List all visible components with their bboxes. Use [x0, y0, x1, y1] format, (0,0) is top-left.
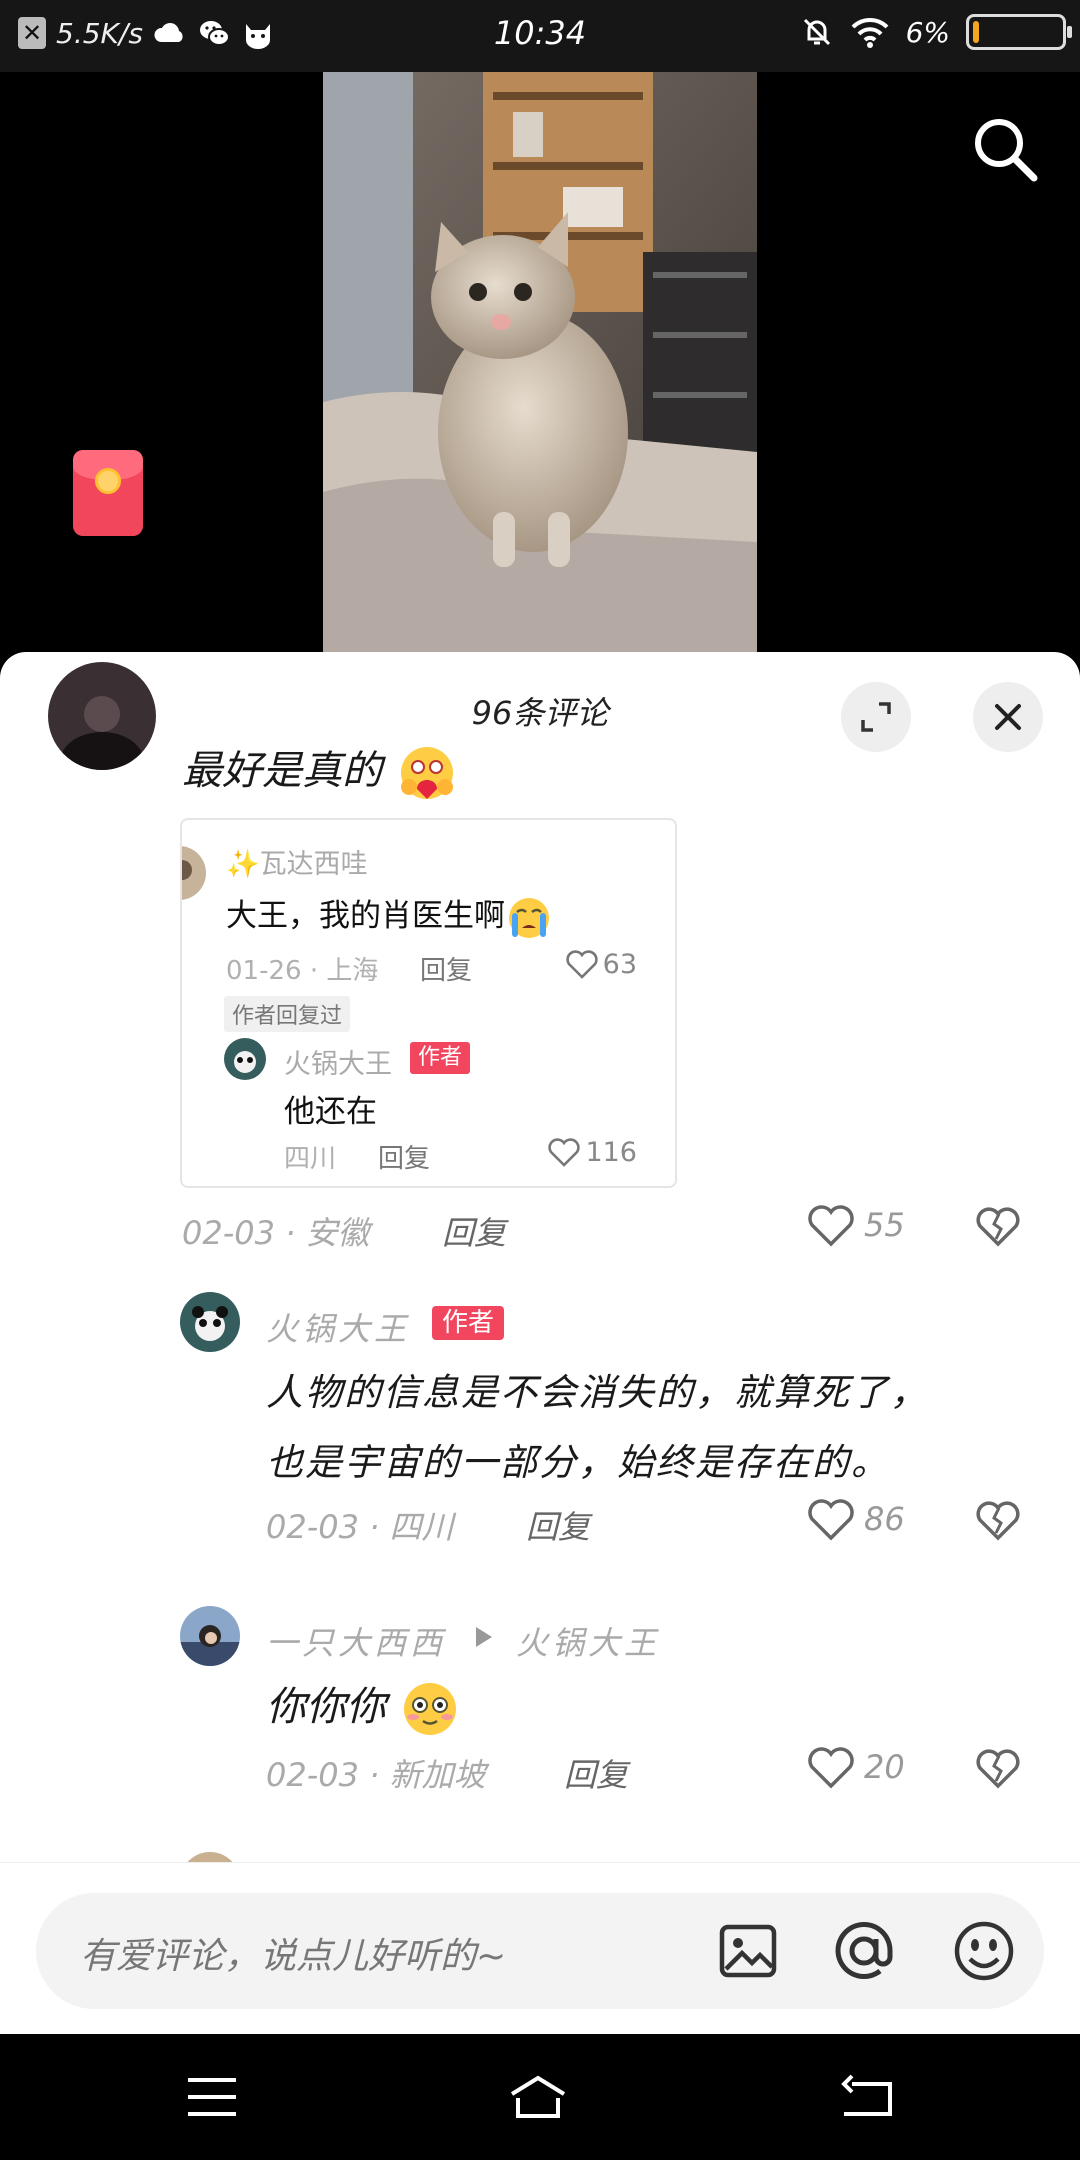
comment-date-location: 02-03 · 新加坡: [266, 1756, 486, 1794]
reply-username: 火锅大王: [284, 1049, 392, 1080]
broken-heart-icon[interactable]: [974, 1498, 1022, 1542]
avatar: [182, 846, 206, 900]
reply-reply-button[interactable]: 回复: [378, 1138, 430, 1175]
like-count: 20: [864, 1748, 905, 1786]
heart-icon: [808, 1499, 854, 1541]
video-player[interactable]: [0, 72, 1080, 652]
hug-emoji-icon: [400, 747, 453, 799]
expand-button[interactable]: [841, 682, 911, 752]
like-button[interactable]: 86: [806, 1496, 905, 1542]
quoted-reply-button[interactable]: 回复: [420, 950, 472, 987]
comment-input-bar: 有爱评论，说点儿好听的~: [0, 1862, 1080, 2034]
close-button[interactable]: [973, 682, 1043, 752]
heart-icon: [548, 1138, 581, 1167]
red-packet-icon[interactable]: [73, 450, 143, 536]
like-button[interactable]: 55: [806, 1202, 905, 1248]
author-replied-badge: 作者回复过: [224, 996, 351, 1032]
reply-button[interactable]: 回复: [564, 1750, 628, 1796]
reply-like-button[interactable]: 116: [547, 1136, 637, 1168]
cat-video-image: [323, 72, 757, 652]
broken-heart-icon[interactable]: [974, 1204, 1022, 1248]
avatar: [224, 1038, 266, 1080]
reply-text: 他还在: [284, 1094, 377, 1130]
reply-location: 四川: [284, 1144, 337, 1174]
quoted-like-button[interactable]: 63: [565, 948, 637, 980]
at-icon[interactable]: [832, 1919, 896, 1983]
comment-text-line-1: 人物的信息是不会消失的，就算死了，: [266, 1371, 929, 1414]
wifi-icon: [851, 17, 888, 48]
system-nav-bar: [0, 2034, 1080, 2160]
comment-count-title: 96条评论: [471, 694, 609, 732]
menu-icon[interactable]: [182, 2072, 242, 2122]
heart-icon: [808, 1205, 854, 1247]
emoji-icon[interactable]: [952, 1919, 1016, 1983]
comment-input[interactable]: 有爱评论，说点儿好听的~: [36, 1893, 1044, 2009]
home-icon[interactable]: [508, 2072, 568, 2122]
quoted-reply-card[interactable]: ✨瓦达西哇 大王，我的肖医生啊 01-26 · 上海 回复 63 作者回复过 火…: [180, 818, 677, 1188]
status-bar: ✕ 5.5K/s 10:34 6%: [0, 0, 1080, 72]
crying-emoji-icon: [509, 897, 549, 938]
reply-button[interactable]: 回复: [442, 1208, 506, 1254]
comment-username[interactable]: 一只大西西: [266, 1618, 446, 1664]
comment-username[interactable]: 火锅大王: [266, 1304, 410, 1350]
heart-icon: [565, 950, 598, 979]
comment-input-placeholder: 有爱评论，说点儿好听的~: [80, 1936, 507, 1977]
like-count: 116: [585, 1136, 637, 1168]
author-tag: 作者: [432, 1306, 505, 1340]
reply-arrow-icon: [476, 1627, 492, 1647]
comment-text-line-2: 也是宇宙的一部分，始终是存在的。: [266, 1441, 890, 1484]
back-icon[interactable]: [838, 2072, 898, 2122]
battery-percent: 6%: [905, 15, 950, 49]
like-count: 63: [602, 948, 637, 980]
like-button[interactable]: 20: [806, 1744, 905, 1790]
video-frame-cat[interactable]: [323, 72, 757, 652]
broken-heart-icon[interactable]: [974, 1746, 1022, 1790]
expand-icon: [861, 702, 891, 732]
close-icon: [995, 704, 1021, 730]
like-count: 55: [864, 1206, 905, 1244]
bell-muted-icon: [803, 18, 830, 46]
quoted-text: 大王，我的肖医生啊: [226, 890, 553, 940]
comment-text: 最好是真的: [182, 738, 459, 803]
image-icon[interactable]: [716, 1919, 780, 1983]
author-tag: 作者: [410, 1042, 471, 1074]
quoted-username: ✨瓦达西哇: [226, 849, 368, 880]
avatar[interactable]: [180, 1606, 240, 1666]
heart-icon: [808, 1747, 854, 1789]
reply-to-username[interactable]: 火锅大王: [516, 1618, 660, 1664]
search-icon[interactable]: [970, 114, 1040, 184]
comment-sheet: 96条评论 最好是真的 ✨瓦达西哇 大王，我的肖医生啊 01-26 · 上海 回…: [0, 652, 1080, 2034]
avatar[interactable]: [180, 1292, 240, 1352]
comment-text: 你你你: [266, 1674, 461, 1739]
like-count: 86: [864, 1500, 905, 1538]
avatar[interactable]: [48, 662, 156, 770]
comment-date-location: 02-03 · 安徽: [182, 1214, 370, 1252]
quoted-date-location: 01-26 · 上海: [226, 956, 379, 986]
flushed-emoji-icon: [403, 1683, 456, 1735]
reply-button[interactable]: 回复: [526, 1502, 590, 1548]
battery-icon: [966, 14, 1072, 50]
comment-date-location: 02-03 · 四川: [266, 1508, 454, 1546]
